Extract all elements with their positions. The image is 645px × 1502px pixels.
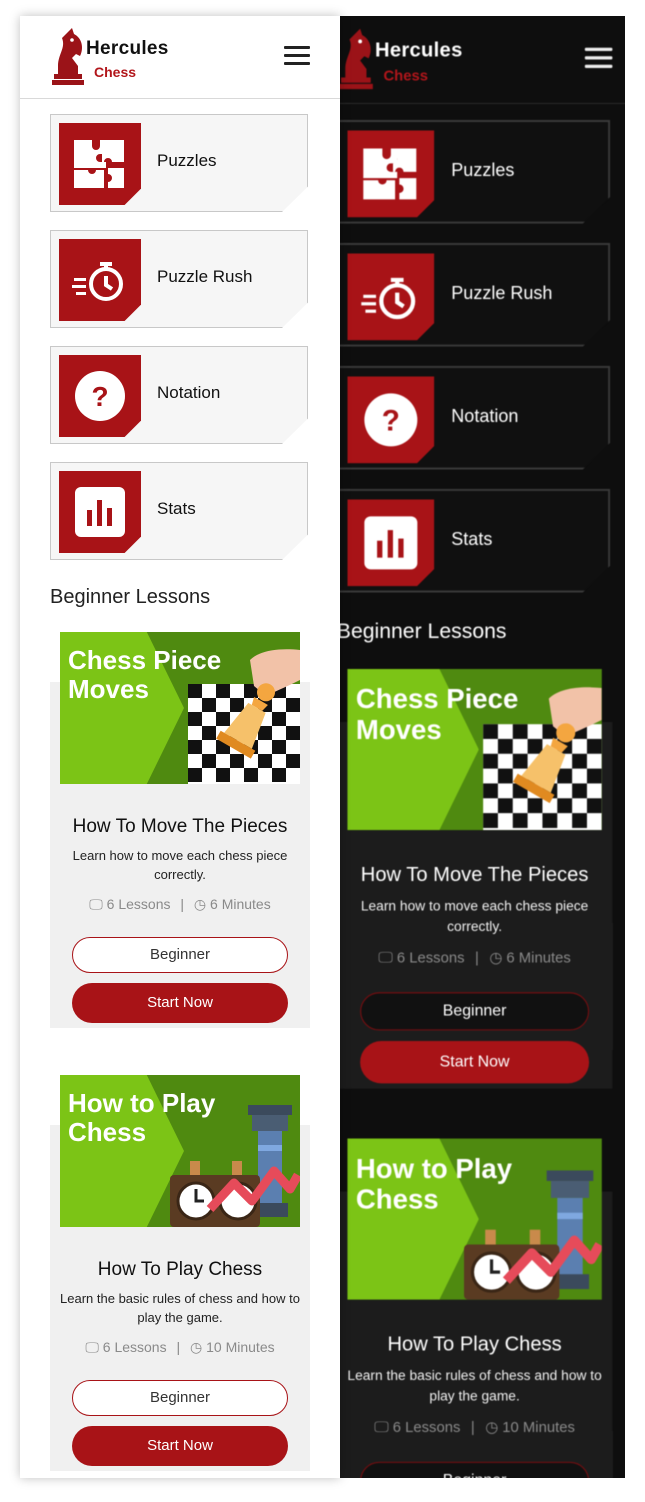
tile-puzzles[interactable]: Puzzles (337, 120, 610, 224)
tile-notation[interactable]: ? Notation (337, 366, 610, 470)
brand-name: Hercules (86, 38, 169, 59)
lesson-title[interactable]: How To Move The Pieces (50, 816, 310, 838)
tile-stats[interactable]: Stats (337, 489, 610, 593)
clock-icon: ◷ (485, 1418, 499, 1436)
lesson-title[interactable]: How To Play Chess (50, 1259, 310, 1281)
bar-chart-icon (59, 471, 141, 553)
tile-label: Notation (451, 406, 519, 427)
level-button[interactable]: Beginner (72, 1380, 288, 1416)
start-now-button[interactable]: Start Now (360, 1041, 590, 1084)
tile-label: Puzzle Rush (157, 267, 253, 286)
lesson-card: How to Play Chess How To Play Chess Learn… (336, 1138, 613, 1478)
bar-chart-icon (347, 499, 434, 586)
hamburger-menu-icon[interactable] (284, 46, 310, 68)
thumbnail-title: Chess Piece Moves (68, 645, 222, 704)
tile-label: Stats (451, 529, 493, 550)
clock-icon: ◷ (489, 948, 503, 966)
hand-pawn-icon (512, 687, 602, 804)
logo[interactable]: Hercules Chess (338, 27, 487, 93)
app-header: Hercules Chess (305, 16, 625, 104)
section-title: Beginner Lessons (336, 620, 507, 644)
section-title: Beginner Lessons (50, 586, 211, 608)
lesson-description: Learn the basic rules of chess and how t… (60, 1291, 300, 1325)
lesson-duration: 10 Minutes (502, 1418, 575, 1436)
question-mark-icon: ? (347, 376, 434, 463)
tile-label: Puzzle Rush (451, 283, 553, 304)
brand-sub: Chess (94, 64, 137, 80)
lesson-card: How to Play Chess How To Play Chess Learn… (50, 1075, 310, 1471)
lesson-description: Learn how to move each chess piece corre… (72, 848, 288, 882)
tile-puzzle-rush[interactable]: Puzzle Rush (337, 243, 610, 347)
question-mark-icon: ? (59, 355, 141, 437)
lesson-duration: 6 Minutes (210, 896, 271, 912)
lesson-count: 6 Lessons (392, 1418, 461, 1436)
lesson-description: Learn how to move each chess piece corre… (360, 897, 589, 934)
lesson-count: 6 Lessons (102, 1339, 167, 1355)
light-theme-preview: Hercules Chess Puzzles Puzzle Rush ? Not… (20, 16, 340, 1478)
level-button[interactable]: Beginner (72, 937, 288, 973)
thumbnail-title: How to Play Chess (355, 1152, 513, 1215)
lesson-title[interactable]: How To Play Chess (337, 1334, 613, 1357)
tile-stats[interactable]: Stats (50, 462, 308, 560)
lesson-card: Chess Piece Moves How To Move The Pieces … (336, 668, 613, 1089)
presentation-icon: 🖵 (374, 1418, 389, 1436)
start-now-button[interactable]: Start Now (72, 983, 288, 1023)
puzzle-pieces-icon (59, 123, 141, 205)
hamburger-menu-icon[interactable] (584, 47, 613, 71)
presentation-icon: 🖵 (89, 896, 103, 912)
puzzle-pieces-icon (347, 130, 434, 217)
lesson-count: 6 Lessons (396, 948, 465, 966)
app-header: Hercules Chess (20, 16, 340, 99)
knight-logo-icon (338, 28, 373, 90)
lesson-title[interactable]: How To Move The Pieces (337, 864, 613, 887)
knight-logo-icon (52, 28, 84, 85)
lesson-duration: 10 Minutes (206, 1339, 275, 1355)
clock-icon: ◷ (193, 896, 207, 912)
brand-name: Hercules (374, 39, 463, 62)
clock-icon: ◷ (190, 1339, 203, 1355)
level-button[interactable]: Beginner (360, 992, 590, 1031)
tile-label: Stats (157, 499, 196, 518)
lesson-count: 6 Lessons (106, 896, 171, 912)
tile-puzzles[interactable]: Puzzles (50, 114, 308, 212)
svg-text:?: ? (91, 381, 108, 412)
brand-sub: Chess (383, 66, 428, 84)
thumbnail-title: How to Play Chess (68, 1088, 216, 1147)
lesson-description: Learn the basic rules of chess and how t… (347, 1367, 602, 1404)
lesson-thumbnail[interactable]: How to Play Chess (347, 1138, 602, 1300)
timer-rush-icon (347, 253, 434, 340)
tile-puzzle-rush[interactable]: Puzzle Rush (50, 230, 308, 328)
presentation-icon: 🖵 (85, 1339, 99, 1355)
tile-notation[interactable]: ? Notation (50, 346, 308, 444)
lesson-thumbnail[interactable]: Chess Piece Moves (347, 668, 602, 831)
thumbnail-title: Chess Piece Moves (355, 682, 519, 746)
tile-label: Puzzles (157, 151, 217, 170)
level-button[interactable]: Beginner (360, 1461, 590, 1478)
svg-text:?: ? (382, 404, 400, 437)
lesson-duration: 6 Minutes (506, 948, 571, 966)
timer-rush-icon (59, 239, 141, 321)
lesson-card: Chess Piece Moves How To Move The Pieces … (50, 632, 310, 1028)
hand-pawn-icon (216, 649, 300, 759)
start-now-button[interactable]: Start Now (72, 1426, 288, 1466)
lesson-thumbnail[interactable]: Chess Piece Moves (60, 632, 300, 784)
tile-label: Puzzles (451, 160, 515, 181)
dark-theme-preview: Hercules Chess Puzzles Puzzle Rush ? Not… (305, 16, 625, 1478)
logo[interactable]: Hercules Chess (52, 26, 192, 88)
lesson-meta: 🖵 6 Lessons | ◷ 10 Minutes (85, 1339, 275, 1355)
lesson-meta: 🖵 6 Lessons | ◷ 10 Minutes (374, 1418, 575, 1436)
presentation-icon: 🖵 (378, 948, 393, 966)
lesson-meta: 🖵 6 Lessons | ◷ 6 Minutes (378, 948, 571, 966)
lesson-thumbnail[interactable]: How to Play Chess (60, 1075, 300, 1227)
lesson-meta: 🖵 6 Lessons | ◷ 6 Minutes (89, 896, 271, 912)
tile-label: Notation (157, 383, 221, 402)
